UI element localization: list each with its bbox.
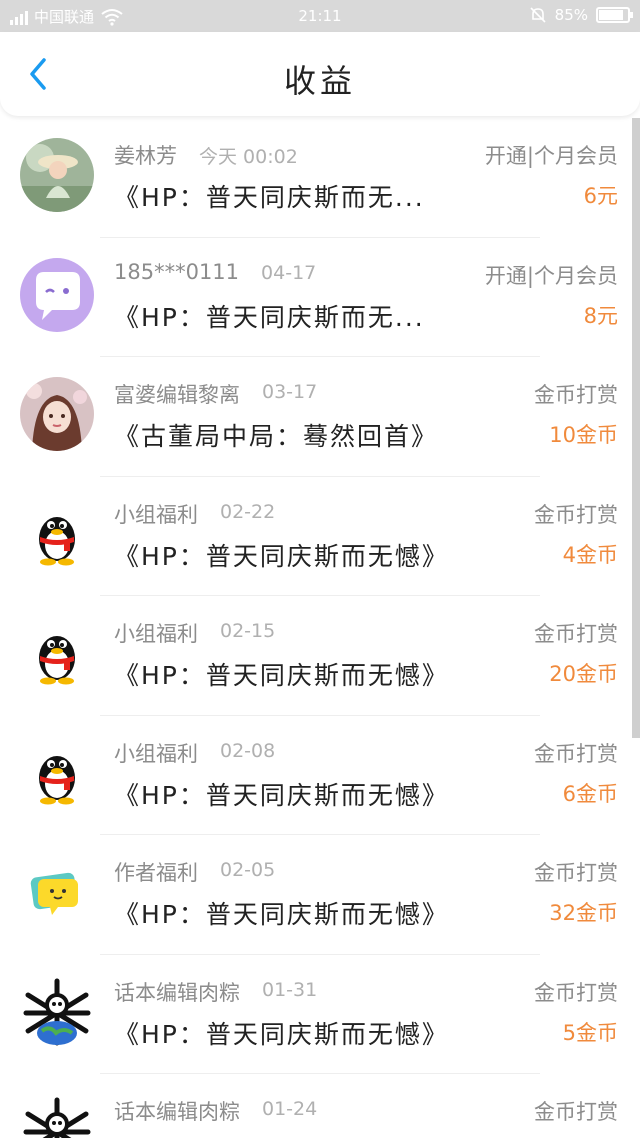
chat-bubble-icon	[20, 257, 94, 332]
earnings-row[interactable]: 话本编辑肉粽 01-31 金币打赏 《HP：普天同庆斯而无憾》 5金币	[0, 955, 640, 1074]
earnings-row[interactable]: 作者福利 02-05 金币打赏 《HP：普天同庆斯而无憾》 32金币	[0, 835, 640, 955]
record-date: 02-22	[220, 500, 276, 523]
income-type: 金币打赏	[534, 622, 618, 646]
income-amount: 10金币	[549, 423, 618, 447]
income-amount: 20金币	[549, 662, 618, 686]
income-type: 金币打赏	[534, 980, 618, 1005]
qq-penguin-icon	[20, 735, 94, 810]
record-date: 04-17	[261, 261, 317, 284]
earnings-row[interactable]: 小组福利 02-22 金币打赏 《HP：普天同庆斯而无憾》 4金币	[0, 477, 640, 596]
avatar[interactable]	[20, 138, 94, 212]
earnings-row[interactable]: 小组福利 02-08 金币打赏 《HP：普天同庆斯而无憾》 6金币	[0, 716, 640, 835]
sender-name: 话本编辑肉粽	[114, 1100, 240, 1124]
anime-girl-icon	[20, 377, 94, 451]
sender-name: 小组福利	[114, 622, 198, 646]
battery-percent: 85%	[554, 6, 588, 24]
sender-name: 姜林芳	[114, 144, 177, 168]
income-amount: 8元	[583, 303, 618, 328]
avatar[interactable]	[20, 735, 94, 810]
avatar[interactable]	[20, 1094, 94, 1138]
avatar[interactable]	[20, 257, 94, 332]
earnings-row[interactable]: 小组福利 02-15 金币打赏 《HP：普天同庆斯而无憾》 20金币	[0, 596, 640, 716]
sender-name: 185***0111	[114, 259, 240, 284]
photo-girl-hat-icon	[20, 138, 94, 212]
book-title: 《HP：普天同庆斯而无...	[114, 302, 425, 332]
book-title: 《古董局中局：蓦然回首》	[114, 422, 439, 451]
income-amount: 5金币	[562, 1020, 618, 1045]
battery-icon	[596, 7, 633, 23]
page-title: 收益	[283, 62, 356, 100]
avatar[interactable]	[20, 377, 94, 451]
battery-fill	[599, 10, 623, 20]
book-title: 《HP：普天同庆斯而无憾》	[114, 541, 449, 571]
scrollbar[interactable]	[632, 118, 640, 738]
book-title: 《HP：普天同庆斯而无憾》	[114, 900, 449, 929]
sender-name: 小组福利	[114, 741, 198, 766]
record-date: 03-17	[262, 381, 318, 403]
income-amount: 4金币	[562, 542, 618, 567]
sender-name: 话本编辑肉粽	[114, 980, 240, 1005]
income-amount: 6元	[583, 184, 618, 208]
income-amount: 32金币	[549, 901, 618, 925]
sender-name: 富婆编辑黎离	[114, 383, 240, 407]
income-amount: 6金币	[562, 781, 618, 806]
earnings-row[interactable]: 话本编辑肉粽 01-24 金币打赏	[0, 1074, 640, 1138]
qq-penguin-icon	[20, 496, 94, 571]
earnings-row[interactable]: 185***0111 04-17 开通|个月会员 《HP：普天同庆斯而无... …	[0, 238, 640, 357]
income-type: 金币打赏	[534, 502, 618, 527]
earnings-row[interactable]: 富婆编辑黎离 03-17 金币打赏 《古董局中局：蓦然回首》 10金币	[0, 357, 640, 477]
yellow-bubble-icon	[20, 855, 94, 929]
income-type: 金币打赏	[534, 861, 618, 885]
qq-penguin-icon	[20, 616, 94, 690]
sender-name: 作者福利	[114, 861, 198, 885]
income-type: 金币打赏	[534, 1100, 618, 1124]
skull-earth-icon	[20, 1094, 94, 1138]
record-date: 02-08	[220, 739, 276, 762]
skull-earth-icon	[20, 974, 94, 1049]
mute-bell-icon	[530, 7, 546, 23]
avatar[interactable]	[20, 974, 94, 1049]
record-date: 01-31	[262, 978, 318, 1001]
record-date: 01-24	[262, 1098, 318, 1120]
book-title: 《HP：普天同庆斯而无憾》	[114, 780, 449, 810]
book-title: 《HP：普天同庆斯而无憾》	[114, 661, 449, 690]
income-type: 开通|个月会员	[484, 263, 618, 288]
book-title: 《HP：普天同庆斯而无...	[114, 183, 425, 212]
sender-name: 小组福利	[114, 502, 198, 527]
record-date: 今天 00:02	[199, 146, 298, 168]
avatar[interactable]	[20, 616, 94, 690]
app-header: 收益	[0, 32, 640, 116]
status-right: 85%	[529, 6, 633, 24]
earnings-list: 姜林芳 今天 00:02 开通|个月会员 《HP：普天同庆斯而无... 6元 1…	[0, 118, 640, 1138]
earnings-row[interactable]: 姜林芳 今天 00:02 开通|个月会员 《HP：普天同庆斯而无... 6元	[0, 118, 640, 238]
avatar[interactable]	[20, 496, 94, 571]
avatar[interactable]	[20, 855, 94, 929]
status-bar: 中国联通 21:11 85%	[0, 0, 640, 32]
record-date: 02-05	[220, 859, 276, 881]
income-type: 金币打赏	[534, 741, 618, 766]
book-title: 《HP：普天同庆斯而无憾》	[114, 1019, 449, 1049]
record-date: 02-15	[220, 620, 276, 642]
income-type: 开通|个月会员	[484, 144, 618, 168]
income-type: 金币打赏	[534, 383, 618, 407]
